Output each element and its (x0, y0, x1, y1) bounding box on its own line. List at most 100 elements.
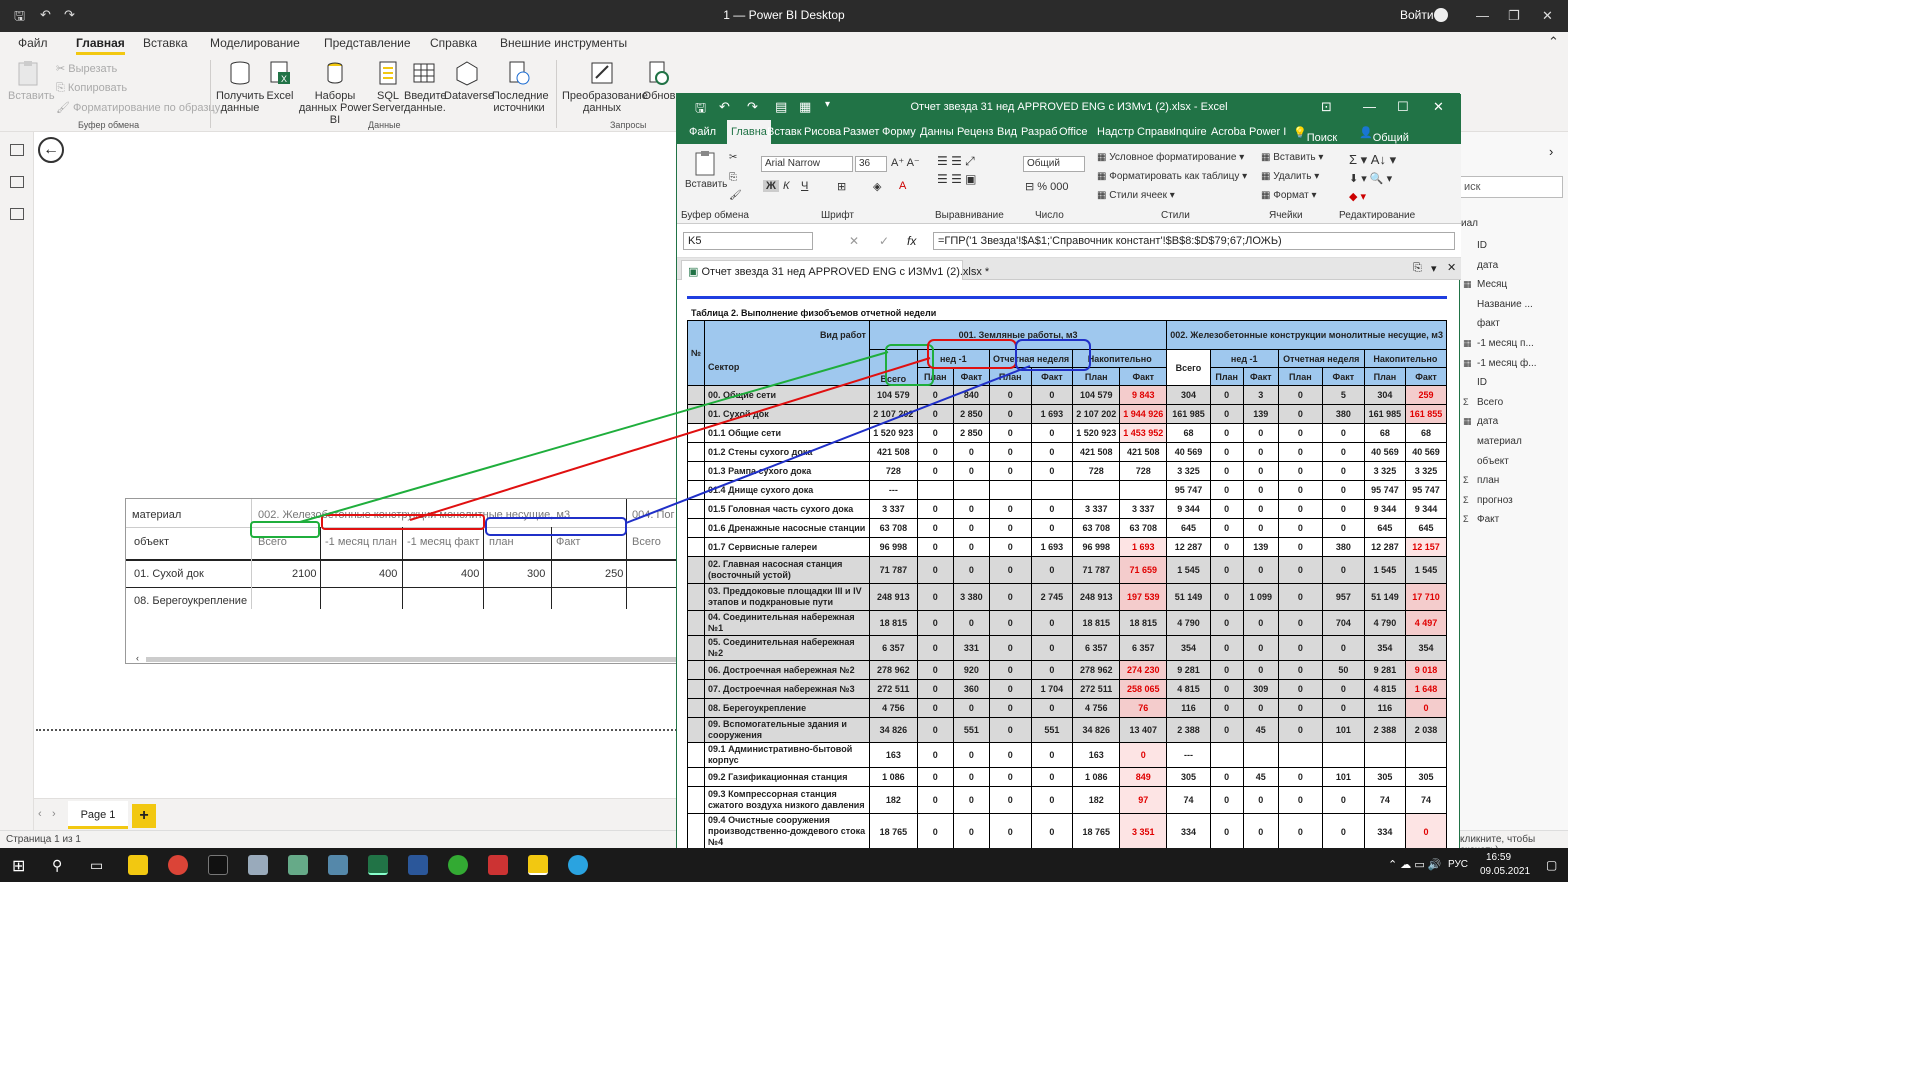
value-cell[interactable]: 1 545 (1166, 556, 1211, 584)
table-row[interactable]: 01.2 Стены сухого дока 421 508 0 0 0 0 421 508… (686, 442, 1447, 462)
value-cell[interactable]: 0 (1209, 518, 1244, 538)
sector-cell[interactable]: 04. Соединительная набережная №1 (704, 610, 870, 636)
value-cell[interactable]: 9 281 (1166, 660, 1211, 680)
value-cell[interactable]: 96 998 (1072, 537, 1121, 557)
value-cell[interactable]: 0 (1277, 518, 1323, 538)
value-cell[interactable]: 4 790 (1363, 610, 1407, 636)
value-cell[interactable]: 0 (1277, 610, 1323, 636)
value-cell[interactable]: 0 (988, 679, 1032, 699)
value-cell[interactable]: 0 (1209, 610, 1244, 636)
value-cell[interactable]: 1 099 (1242, 583, 1279, 611)
value-cell[interactable]: 9 843 (1119, 385, 1168, 405)
value-cell[interactable]: 3 337 (1119, 499, 1168, 519)
value-cell[interactable]: 0 (1277, 404, 1323, 424)
italic-button[interactable]: К (783, 180, 789, 192)
chrome-icon[interactable] (168, 855, 188, 875)
value-cell[interactable]: 0 (1209, 537, 1244, 557)
value-cell[interactable]: 9 018 (1405, 660, 1447, 680)
value-cell[interactable]: 0 (1321, 635, 1365, 661)
value-cell[interactable]: 0 (952, 698, 990, 718)
value-cell[interactable]: 0 (952, 786, 990, 814)
value-cell[interactable]: 0 (1321, 679, 1365, 699)
value-cell[interactable]: 360 (952, 679, 990, 699)
value-cell[interactable]: 0 (988, 583, 1032, 611)
value-cell[interactable]: 34 826 (868, 717, 918, 743)
value-cell[interactable]: 0 (1030, 610, 1074, 636)
table-row[interactable]: 09.2 Газификационная станция 1 086 0 0 0 0 1 0… (686, 767, 1447, 787)
sector-cell[interactable]: 06. Достроечная набережная №2 (704, 660, 870, 680)
value-cell[interactable]: 50 (1321, 660, 1365, 680)
value-cell[interactable]: 18 815 (1072, 610, 1121, 636)
table-row[interactable]: 04. Соединительная набережная №1 18 815 0 0… (686, 610, 1447, 636)
value-cell[interactable]: 305 (1363, 767, 1407, 787)
table-row[interactable]: 09. Вспомогательные здания и сооружения 3… (686, 717, 1447, 743)
field-item[interactable]: Σплан (1463, 475, 1499, 486)
field-item[interactable]: Σ Всего (1463, 397, 1503, 408)
cancel-formula-icon[interactable]: ✕ (849, 234, 859, 248)
font-size-select[interactable]: 36 (855, 156, 887, 172)
value-cell[interactable]: 1 086 (868, 767, 918, 787)
value-cell[interactable]: 0 (916, 717, 954, 743)
value-cell[interactable]: 0 (1209, 461, 1244, 481)
value-cell[interactable]: 1 944 926 (1119, 404, 1168, 424)
value-cell[interactable]: 0 (1277, 767, 1323, 787)
value-cell[interactable] (1363, 742, 1407, 768)
value-cell[interactable]: 116 (1166, 698, 1211, 718)
value-cell[interactable]: 2 850 (952, 404, 990, 424)
value-cell[interactable]: 18 765 (1072, 813, 1121, 848)
value-cell[interactable]: 380 (1321, 537, 1365, 557)
value-cell[interactable]: 71 659 (1119, 556, 1168, 584)
confirm-formula-icon[interactable]: ✓ (879, 234, 889, 248)
page-tab-1[interactable]: Page 1 (68, 801, 128, 829)
row-num-cell[interactable] (686, 610, 706, 636)
row-num-cell[interactable] (686, 583, 706, 611)
table-row[interactable]: 02. Главная насосная станция (восточный … (686, 556, 1447, 584)
tab-help[interactable]: Справка (430, 36, 477, 50)
bold-button[interactable]: Ж (763, 180, 779, 192)
value-cell[interactable]: 0 (1209, 423, 1244, 443)
value-cell[interactable]: 0 (988, 610, 1032, 636)
value-cell[interactable]: 421 508 (868, 442, 918, 462)
value-cell[interactable]: 1 520 923 (1072, 423, 1121, 443)
value-cell[interactable]: 1 648 (1405, 679, 1447, 699)
underline-button[interactable]: Ч (801, 180, 808, 192)
excel-tab-layout[interactable]: Размет (843, 126, 879, 138)
field-item[interactable]: ID (1477, 240, 1487, 251)
value-cell[interactable]: 12 157 (1405, 537, 1447, 557)
enter-data-button[interactable]: Введите данные. (404, 60, 447, 114)
value-cell[interactable]: 278 962 (868, 660, 918, 680)
value-cell[interactable]: 101 (1321, 767, 1365, 787)
matrix-col-header[interactable]: Всего (258, 536, 287, 548)
paste-button[interactable]: Вставить (8, 60, 55, 102)
value-cell[interactable]: 0 (1030, 423, 1074, 443)
value-cell[interactable]: 272 511 (1072, 679, 1121, 699)
excel-tab-office[interactable]: Office (1059, 126, 1088, 138)
value-cell[interactable]: 0 (988, 813, 1032, 848)
excel-tab-help[interactable]: Справк (1137, 126, 1174, 138)
value-cell[interactable]: 182 (868, 786, 918, 814)
format-as-table-button[interactable]: ▦ Форматировать как таблицу ▾ (1097, 171, 1247, 182)
insert-function-icon[interactable]: fx (907, 234, 916, 248)
value-cell[interactable]: 163 (1072, 742, 1121, 768)
sector-cell[interactable]: 01.1 Общие сети (704, 423, 870, 443)
value-cell[interactable]: 1 453 952 (1119, 423, 1168, 443)
cell-styles-button[interactable]: ▦ Стили ячеек ▾ (1097, 190, 1175, 201)
value-cell[interactable]: 259 (1405, 385, 1447, 405)
value-cell[interactable]: 0 (1321, 813, 1365, 848)
value-cell[interactable]: 95 747 (1363, 480, 1407, 500)
sector-cell[interactable]: 09. Вспомогательные здания и сооружения (704, 717, 870, 743)
value-cell[interactable]: 3 337 (1072, 499, 1121, 519)
table-row[interactable]: 07. Достроечная набережная №3 272 511 0 360… (686, 679, 1447, 699)
value-cell[interactable]: 354 (1166, 635, 1211, 661)
value-cell[interactable]: 9 344 (1166, 499, 1211, 519)
value-cell[interactable]: 0 (952, 518, 990, 538)
excel-tab-acrobat[interactable]: Acroba (1211, 126, 1246, 138)
table-row[interactable]: 01.3 Рампа сухого дока 728 0 0 0 0 728 728 3 325… (686, 461, 1447, 481)
value-cell[interactable]: 68 (1405, 423, 1447, 443)
table-row[interactable]: 01. Сухой док 2 107 202 0 2 850 0 1 693 2 107 … (686, 404, 1447, 424)
value-cell[interactable]: 4 497 (1405, 610, 1447, 636)
value-cell[interactable]: 0 (916, 610, 954, 636)
autosum-icon[interactable]: Σ ▾ A↓ ▾ (1349, 152, 1396, 168)
value-cell[interactable]: 1 693 (1030, 537, 1074, 557)
table-row[interactable]: 00. Общие сети 104 579 0 840 0 0 104 579 9 843 3… (686, 385, 1447, 405)
